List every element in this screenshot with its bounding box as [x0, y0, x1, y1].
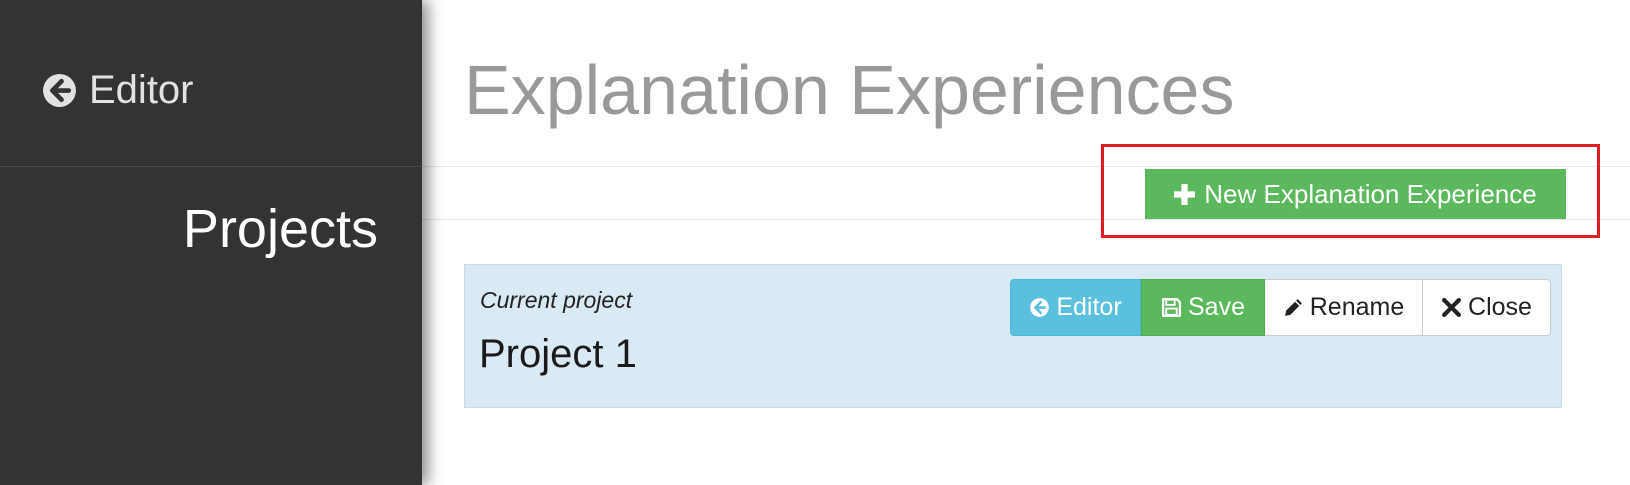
floppy-disk-icon: [1161, 297, 1182, 318]
sidebar: Editor Projects: [0, 0, 422, 485]
close-button[interactable]: Close: [1423, 279, 1551, 336]
rename-button[interactable]: Rename: [1265, 279, 1423, 336]
sidebar-section-title: Projects: [182, 199, 378, 259]
circle-arrow-left-icon: [43, 73, 76, 107]
back-link-label: Editor: [89, 67, 194, 112]
sidebar-divider: [0, 166, 422, 167]
pencil-icon: [1284, 299, 1302, 316]
editor-button[interactable]: Editor: [1010, 279, 1141, 336]
main-content: Explanation Experiences New Explanation …: [422, 0, 1630, 485]
editor-button-label: Editor: [1056, 293, 1122, 321]
close-button-label: Close: [1468, 293, 1532, 321]
back-to-editor-link[interactable]: Editor: [41, 66, 194, 114]
highlight-annotation-box: [1101, 144, 1600, 238]
page-title: Explanation Experiences: [464, 51, 1235, 129]
circle-arrow-left-icon: [1030, 298, 1050, 317]
close-icon: [1442, 298, 1461, 317]
current-project-panel: Current project Project 1 Editor Save Re…: [464, 264, 1562, 408]
save-button-label: Save: [1188, 293, 1245, 321]
current-project-label: Current project: [480, 287, 633, 313]
save-button[interactable]: Save: [1141, 279, 1265, 336]
current-project-name: Project 1: [479, 332, 637, 376]
project-actions-group: Editor Save Rename Close: [1010, 279, 1551, 336]
rename-button-label: Rename: [1309, 293, 1405, 321]
